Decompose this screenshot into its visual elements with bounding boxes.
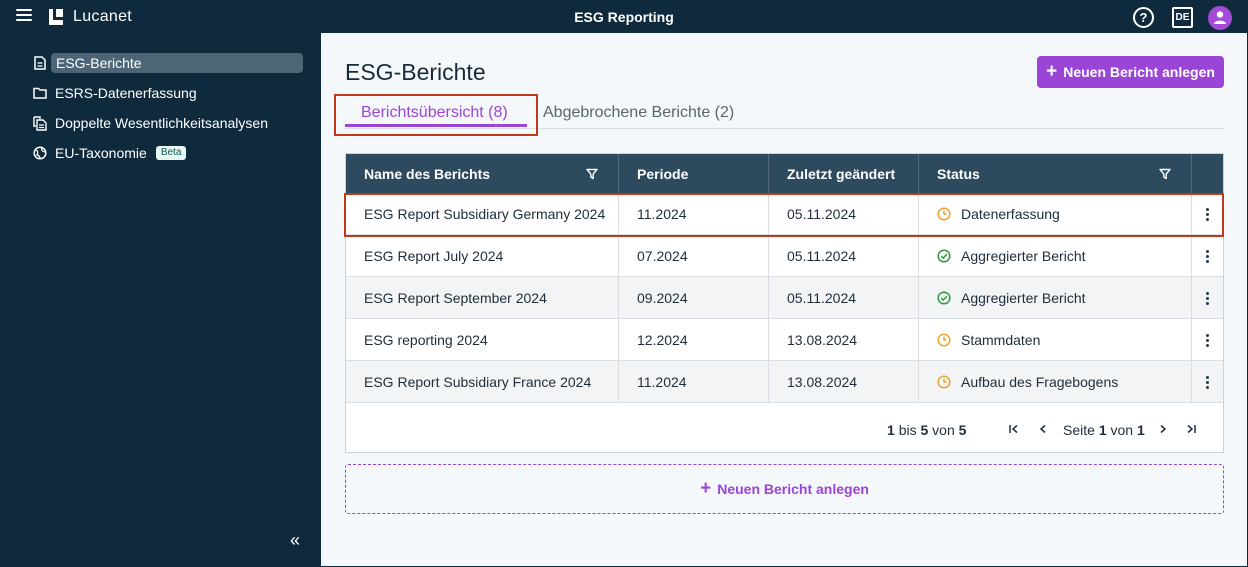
page-word: Seite xyxy=(1063,422,1095,438)
previous-page-icon[interactable] xyxy=(1034,420,1052,438)
pagination-range: 1 bis 5 von 5 xyxy=(887,422,966,438)
sidebar-item-eu-taxonomie[interactable]: EU-Taxonomie Beta xyxy=(32,143,187,163)
status-label: Aggregierter Bericht xyxy=(961,248,1086,264)
table-row[interactable]: ESG Report September 2024 09.2024 05.11.… xyxy=(346,277,1223,319)
report-name[interactable]: ESG Report July 2024 xyxy=(346,235,619,277)
pagination-page: Seite 1 von 1 xyxy=(1063,422,1145,438)
report-name[interactable]: ESG reporting 2024 xyxy=(346,319,619,361)
language-switch[interactable]: DE xyxy=(1172,7,1193,28)
report-modified: 13.08.2024 xyxy=(769,361,919,403)
filter-icon[interactable] xyxy=(586,168,598,180)
top-bar: Lucanet ESG Reporting ? DE xyxy=(0,0,1248,33)
sidebar-item-label: EU-Taxonomie xyxy=(55,145,147,161)
check-circle-icon xyxy=(937,249,951,263)
user-avatar[interactable] xyxy=(1208,6,1232,30)
new-report-button[interactable]: + Neuen Bericht anlegen xyxy=(1037,56,1224,88)
sidebar: ESG-Berichte ESRS-Datenerfassung Doppelt… xyxy=(0,33,321,567)
row-highlight-annotation xyxy=(344,193,1224,237)
pagination: 1 bis 5 von 5 Seite 1 von 1 xyxy=(346,406,1223,452)
column-header-name[interactable]: Name des Berichts xyxy=(346,154,619,193)
row-menu-button[interactable] xyxy=(1191,319,1223,361)
report-status: Aggregierter Bericht xyxy=(919,277,1192,319)
status-label: Aufbau des Fragebogens xyxy=(961,374,1119,390)
clock-icon xyxy=(937,333,951,347)
add-report-label: Neuen Bericht anlegen xyxy=(717,481,869,497)
column-header-label: Name des Berichts xyxy=(364,165,491,182)
row-menu-button[interactable] xyxy=(1191,277,1223,319)
column-header-label: Zuletzt geändert xyxy=(787,165,896,182)
report-period: 07.2024 xyxy=(619,235,769,277)
column-header-label: Status xyxy=(937,165,980,182)
table-row[interactable]: ESG Report Subsidiary France 2024 11.202… xyxy=(346,361,1223,403)
page-current: 1 xyxy=(1098,422,1107,438)
report-name[interactable]: ESG Report Subsidiary France 2024 xyxy=(346,361,619,403)
sidebar-item-esg-berichte[interactable]: ESG-Berichte xyxy=(32,53,303,73)
menu-icon[interactable] xyxy=(16,9,32,23)
page-title: ESG-Berichte xyxy=(345,59,486,85)
next-page-icon[interactable] xyxy=(1154,420,1172,438)
tab-highlight-annotation xyxy=(334,94,538,136)
brand-logo: Lucanet xyxy=(47,7,132,26)
range-bis: bis xyxy=(898,422,917,438)
report-period: 09.2024 xyxy=(619,277,769,319)
sidebar-item-doppelte-wesentlichkeitsanalysen[interactable]: Doppelte Wesentlichkeitsanalysen xyxy=(32,113,268,133)
help-icon[interactable]: ? xyxy=(1133,7,1154,28)
filter-icon[interactable] xyxy=(1159,168,1171,180)
report-status: Aufbau des Fragebogens xyxy=(919,361,1192,403)
clock-icon xyxy=(937,375,951,389)
sidebar-item-esrs-datenerfassung[interactable]: ESRS-Datenerfassung xyxy=(32,83,197,103)
range-from: 1 xyxy=(887,422,895,438)
status-label: Stammdaten xyxy=(961,332,1041,348)
page-total: 1 xyxy=(1136,422,1145,438)
report-modified: 05.11.2024 xyxy=(769,277,919,319)
column-header-modified[interactable]: Zuletzt geändert xyxy=(769,154,919,193)
copy-document-icon xyxy=(32,115,48,131)
document-icon xyxy=(32,55,48,71)
row-menu-button[interactable] xyxy=(1191,361,1223,403)
first-page-icon[interactable] xyxy=(1005,420,1023,438)
page-of: von xyxy=(1110,422,1134,438)
status-label: Aggregierter Bericht xyxy=(961,290,1086,306)
report-modified: 13.08.2024 xyxy=(769,319,919,361)
sidebar-item-label: ESG-Berichte xyxy=(51,53,303,73)
app-title: ESG Reporting xyxy=(574,9,674,25)
globe-icon xyxy=(32,145,48,161)
tab-abgebrochene-berichte[interactable]: Abgebrochene Berichte (2) xyxy=(543,104,734,122)
last-page-icon[interactable] xyxy=(1182,420,1200,438)
report-status: Stammdaten xyxy=(919,319,1192,361)
range-total: 5 xyxy=(958,422,967,438)
plus-icon: + xyxy=(700,478,712,499)
beta-badge: Beta xyxy=(155,146,187,160)
plus-icon: + xyxy=(1046,61,1058,82)
table-row[interactable]: ESG reporting 2024 12.2024 13.08.2024 St… xyxy=(346,319,1223,361)
range-to: 5 xyxy=(920,422,929,438)
table-header: Name des Berichts Periode Zuletzt geände… xyxy=(346,154,1223,193)
row-menu-button[interactable] xyxy=(1191,235,1223,277)
report-period: 12.2024 xyxy=(619,319,769,361)
lucanet-logo-icon xyxy=(49,8,63,25)
table-row[interactable]: ESG Report July 2024 07.2024 05.11.2024 … xyxy=(346,235,1223,277)
column-header-period[interactable]: Periode xyxy=(619,154,769,193)
collapse-sidebar-button[interactable]: « xyxy=(290,530,300,551)
report-name[interactable]: ESG Report September 2024 xyxy=(346,277,619,319)
add-report-dropzone[interactable]: + Neuen Bericht anlegen xyxy=(345,464,1224,514)
range-von: von xyxy=(932,422,955,438)
user-icon xyxy=(1214,11,1226,24)
report-modified: 05.11.2024 xyxy=(769,235,919,277)
check-circle-icon xyxy=(937,291,951,305)
column-header-status[interactable]: Status xyxy=(919,154,1192,193)
sidebar-item-label: Doppelte Wesentlichkeitsanalysen xyxy=(55,115,268,131)
new-report-button-label: Neuen Bericht anlegen xyxy=(1063,64,1215,80)
report-status: Aggregierter Bericht xyxy=(919,235,1192,277)
folder-icon xyxy=(32,85,48,101)
brand-name: Lucanet xyxy=(73,7,133,25)
sidebar-item-label: ESRS-Datenerfassung xyxy=(55,85,197,101)
report-period: 11.2024 xyxy=(619,361,769,403)
column-header-label: Periode xyxy=(637,165,689,182)
